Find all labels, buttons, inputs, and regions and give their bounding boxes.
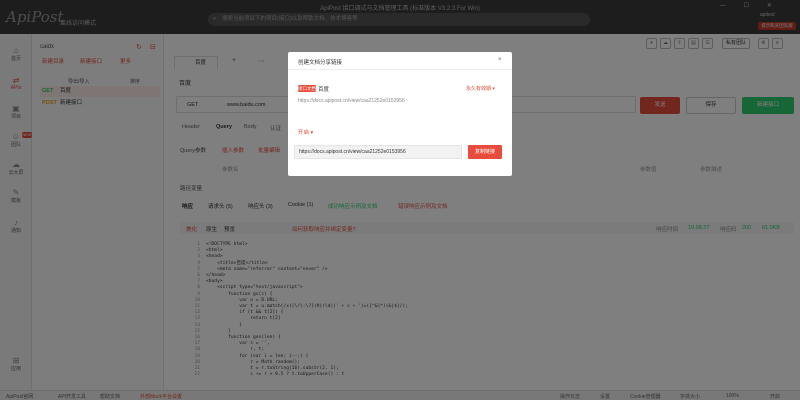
expire-select[interactable]: 永久有效期 ▾ <box>466 85 495 92</box>
chevron-down-icon: ▾ <box>310 130 314 136</box>
modal-divider <box>288 69 512 70</box>
url-preview: https://docs.apipost.cn/view/caa21252e01… <box>298 98 405 104</box>
share-doc-modal: 创建文档分享链接 × 接口文档 百度 永久有效期 ▾ https://docs.… <box>288 52 512 176</box>
copy-link-button[interactable]: 复制链接 <box>468 145 502 159</box>
doc-type-tag: 接口文档 <box>298 85 316 92</box>
open-toggle[interactable]: 开启 ▾ <box>298 128 313 136</box>
chevron-down-icon: ▾ <box>492 86 495 92</box>
share-url-input[interactable]: https://docs.apipost.cn/view/caa21252e01… <box>294 145 462 159</box>
modal-title: 创建文档分享链接 <box>298 60 343 66</box>
doc-name: 百度 <box>318 87 330 93</box>
close-icon[interactable]: × <box>498 57 502 63</box>
